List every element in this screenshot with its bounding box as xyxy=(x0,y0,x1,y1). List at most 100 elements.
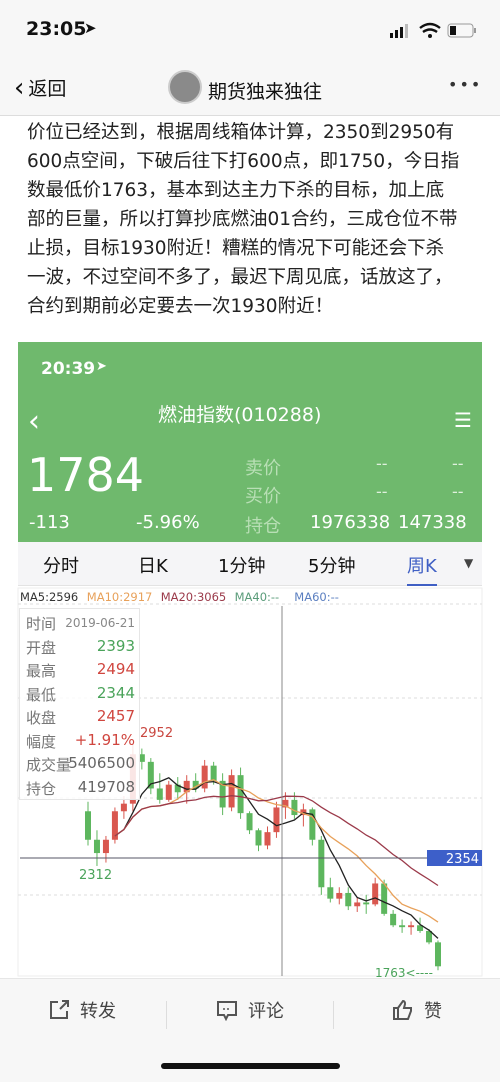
price-change: -113 xyxy=(29,512,70,533)
max-price-label: 2952 xyxy=(140,726,173,741)
info-row: 成交量 5406500 xyxy=(26,754,135,777)
candle-body xyxy=(291,799,298,816)
info-row: 最高 2494 xyxy=(26,660,135,683)
oi-value: 1976338 xyxy=(310,512,391,533)
info-row: 幅度 +1.91% xyxy=(26,731,135,754)
info-value: 2457 xyxy=(96,707,135,725)
info-row: 收盘 2457 xyxy=(26,707,135,730)
info-value: 419708 xyxy=(77,777,135,796)
signal-wifi-battery-icon xyxy=(390,22,476,38)
ma-legend-item: MA20:3065 xyxy=(161,590,227,604)
comment-label: 评论 xyxy=(248,1001,284,1022)
page-title: 期货独来独往 xyxy=(208,81,323,103)
post-line: 600点空间，下破后往下打600点，即1750，今日指 xyxy=(27,151,460,172)
dropdown-icon[interactable]: ▼ xyxy=(464,556,473,570)
more-icon[interactable]: ••• xyxy=(448,75,482,94)
candle-body xyxy=(201,765,208,789)
sell-label: 卖价 xyxy=(245,458,281,479)
candle-body xyxy=(399,925,406,928)
comment-icon xyxy=(217,1001,237,1021)
tab-1min[interactable]: 1分钟 xyxy=(218,552,265,578)
menu-icon[interactable]: ☰ xyxy=(454,408,472,432)
oi-label: 持仓 xyxy=(245,516,281,537)
location-icon: ➤ xyxy=(96,359,107,374)
info-value: 2494 xyxy=(96,660,135,678)
info-key: 时间 xyxy=(26,615,57,633)
candle-body xyxy=(85,811,91,840)
latest-low-label: 1763<---- xyxy=(375,966,433,978)
post-line: 数最低价1763，基本到达主力下杀的目标，加上底 xyxy=(27,180,445,201)
info-key: 成交量 xyxy=(26,756,72,774)
candle-body xyxy=(336,892,343,899)
info-value: 2393 xyxy=(96,636,135,655)
share-icon xyxy=(50,1000,69,1019)
candle-body xyxy=(255,830,262,846)
candle-body xyxy=(381,883,388,914)
candle-body xyxy=(273,807,280,833)
status-bar: 23:05 ➤ xyxy=(0,0,500,60)
info-key: 开盘 xyxy=(26,638,57,657)
avatar[interactable] xyxy=(168,70,202,104)
home-indicator xyxy=(161,1063,340,1069)
buy-volume: -- xyxy=(452,482,464,501)
candle-body xyxy=(120,803,127,812)
candle-body xyxy=(408,925,415,928)
back-button[interactable]: ‹ 返回 xyxy=(14,74,66,101)
quote-header: 20:39 ➤ 燃油指数(010288) ‹ ☰ 1784 -113 -5.96… xyxy=(18,342,482,542)
info-row: 最低 2344 xyxy=(26,684,135,707)
candle-body xyxy=(354,902,361,907)
buy-label: 买价 xyxy=(245,486,281,507)
location-icon: ➤ xyxy=(84,19,97,37)
tab-daily[interactable]: 日K xyxy=(138,552,168,578)
tab-5min[interactable]: 5分钟 xyxy=(308,552,355,578)
candle-body xyxy=(210,765,217,781)
candle-body xyxy=(264,832,271,846)
post-line: 部的巨量，所以打算抄底燃油01合约，三成仓位不带 xyxy=(27,209,458,230)
candle-body xyxy=(102,839,109,854)
action-bar: 转发 评论 赞 xyxy=(0,978,500,1082)
candle-body xyxy=(363,902,370,905)
thumbs-up-icon xyxy=(393,999,412,1020)
quote-status-time: 20:39 xyxy=(41,359,96,379)
candle-body xyxy=(345,892,352,907)
candle-body xyxy=(390,913,397,926)
chevron-left-icon: ‹ xyxy=(14,72,25,103)
share-button[interactable]: 转发 xyxy=(48,997,116,1023)
candle-body xyxy=(237,775,244,814)
info-key: 最高 xyxy=(26,662,57,680)
info-key: 收盘 xyxy=(26,709,57,727)
candle-body xyxy=(372,883,379,905)
info-row: 时间 2019-06-21 xyxy=(26,613,135,636)
back-icon[interactable]: ‹ xyxy=(28,404,40,439)
like-button[interactable]: 赞 xyxy=(392,997,442,1023)
nav-bar: ‹ 返回 期货独来独往 ••• xyxy=(0,60,500,116)
tab-weekly[interactable]: 周K xyxy=(407,552,437,586)
info-key: 持仓 xyxy=(26,779,57,798)
share-label: 转发 xyxy=(80,1001,116,1022)
info-value: 5406500 xyxy=(68,754,135,772)
ma-legend-item: MA40:-- xyxy=(235,590,280,604)
post-line: 价位已经达到，根据周线箱体计算，2350到2950有 xyxy=(27,122,455,143)
candle-body xyxy=(228,775,235,808)
post-text: 价位已经达到，根据周线箱体计算，2350到2950有 600点空间，下破后往下打6… xyxy=(27,118,487,321)
period-tabs: 分时 日K 1分钟 5分钟 周K ▼ xyxy=(18,542,482,586)
like-label: 赞 xyxy=(424,1001,442,1022)
post-line: 一波，不过空间不多了，最迟下周见底，话放这了， xyxy=(27,267,453,288)
sell-volume: -- xyxy=(452,454,464,473)
price-change-pct: -5.96% xyxy=(136,512,200,533)
candle-body xyxy=(327,887,334,899)
candle-body xyxy=(246,813,253,831)
crosshair-price: 2354 xyxy=(446,852,479,867)
info-value: 2344 xyxy=(96,683,135,702)
min-price-label: 2312 xyxy=(79,868,112,883)
candle-body xyxy=(435,942,441,967)
tab-intraday[interactable]: 分时 xyxy=(43,552,79,578)
info-key: 最低 xyxy=(26,685,57,704)
info-key: 幅度 xyxy=(26,732,57,751)
candle-body xyxy=(165,784,172,800)
candle-body xyxy=(93,839,100,854)
info-row: 持仓 419708 xyxy=(26,778,135,801)
oi-change: 147338 xyxy=(398,512,467,533)
candle-info-box: 时间 2019-06-21 开盘 2393 最高 2494 最低 2344 收盘 2457 幅度 +1… xyxy=(19,608,140,800)
comment-button[interactable]: 评论 xyxy=(216,997,284,1023)
